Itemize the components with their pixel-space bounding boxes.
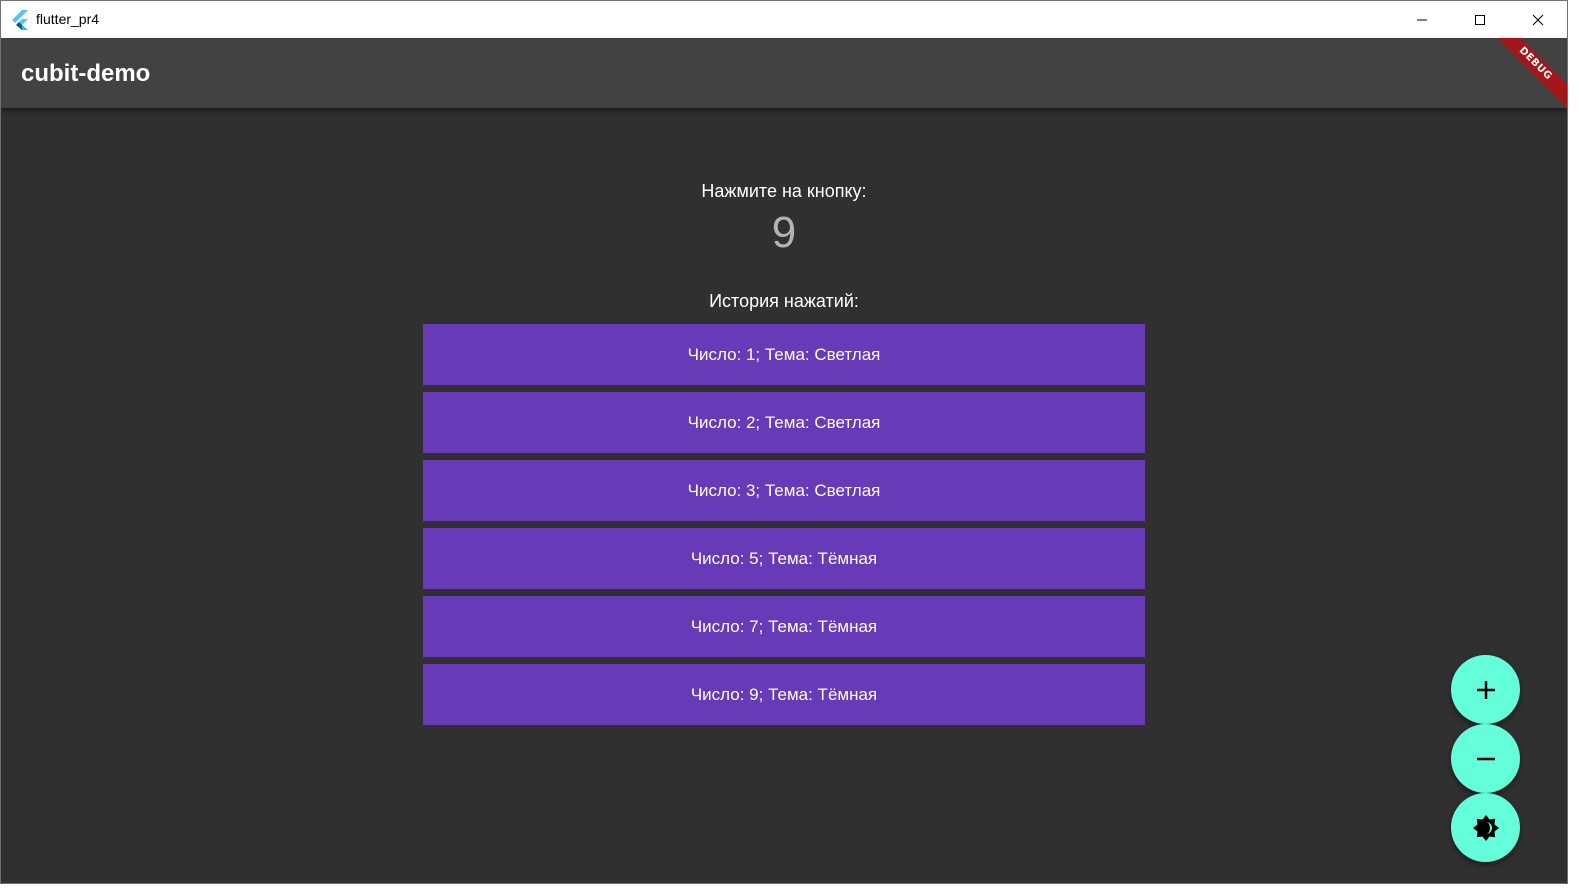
close-button[interactable] xyxy=(1509,1,1567,38)
history-label: История нажатий: xyxy=(709,291,859,311)
brightness-icon xyxy=(1472,814,1499,841)
maximize-icon xyxy=(1475,14,1485,25)
history-list: Число: 1; Тема: Светлая Число: 2; Тема: … xyxy=(423,324,1145,732)
page-title: cubit-demo xyxy=(21,60,151,87)
history-item: Число: 7; Тема: Тёмная xyxy=(423,596,1145,657)
history-item: Число: 3; Тема: Светлая xyxy=(423,460,1145,521)
app-bar: cubit-demo DEBUG xyxy=(1,38,1567,110)
main-content: Нажмите на кнопку: 9 История нажатий: Чи… xyxy=(1,108,1567,883)
title-bar: flutter_pr4 xyxy=(1,1,1567,38)
counter-value: 9 xyxy=(771,208,797,257)
close-icon xyxy=(1532,14,1544,25)
debug-banner-container: DEBUG xyxy=(1495,38,1567,110)
history-item: Число: 2; Тема: Светлая xyxy=(423,392,1145,453)
counter-prompt: Нажмите на кнопку: xyxy=(701,181,867,201)
minimize-button[interactable] xyxy=(1393,1,1451,38)
decrement-button[interactable] xyxy=(1451,724,1520,793)
history-item: Число: 1; Тема: Светлая xyxy=(423,324,1145,385)
history-item: Число: 5; Тема: Тёмная xyxy=(423,528,1145,589)
increment-button[interactable] xyxy=(1451,655,1520,724)
history-item: Число: 9; Тема: Тёмная xyxy=(423,664,1145,725)
plus-icon xyxy=(1476,680,1495,699)
minimize-icon xyxy=(1417,19,1427,20)
app-window: flutter_pr4 cubit-demo DEBUG Нажмите на … xyxy=(0,0,1568,884)
debug-banner: DEBUG xyxy=(1495,38,1567,110)
minus-icon xyxy=(1476,757,1495,760)
toggle-theme-button[interactable] xyxy=(1451,793,1520,862)
flutter-logo-icon xyxy=(12,10,28,30)
window-title: flutter_pr4 xyxy=(36,11,100,27)
maximize-button[interactable] xyxy=(1451,1,1509,38)
